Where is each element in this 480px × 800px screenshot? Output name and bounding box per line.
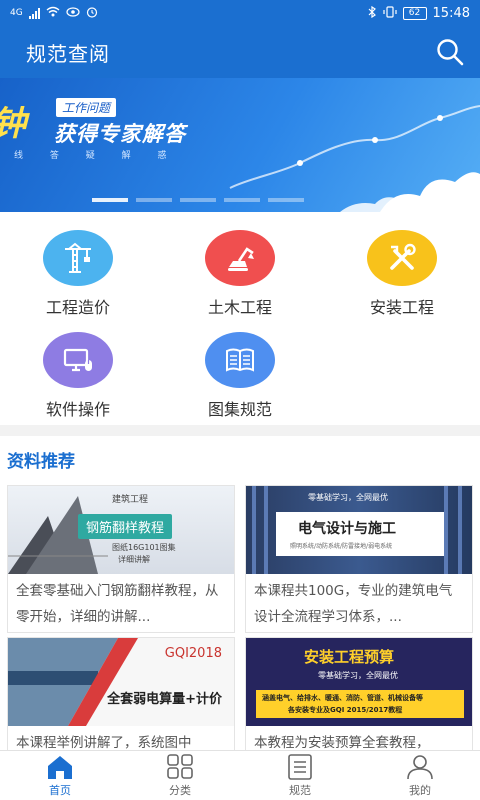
- wifi-icon: [46, 6, 60, 20]
- app-header: 规范查阅: [0, 26, 480, 78]
- category-label: 安装工程: [369, 298, 434, 317]
- section-header: 资料推荐: [0, 436, 480, 482]
- tools-icon: [367, 230, 437, 286]
- grid-icon: [165, 753, 195, 780]
- nav-label: 我的: [409, 783, 431, 797]
- battery-icon: 62: [402, 6, 427, 20]
- vibrate-icon: [382, 5, 397, 21]
- network-type: 4G: [10, 8, 23, 18]
- category-grid: 工程造价 土木工程 安装工程 软件操作 图集规范: [0, 212, 480, 425]
- nav-label: 分类: [169, 783, 191, 797]
- nav-standards[interactable]: 规范: [240, 751, 360, 800]
- nav-mine[interactable]: 我的: [360, 751, 480, 800]
- category-label: 工程造价: [45, 298, 110, 317]
- tower-crane-icon: [43, 230, 113, 286]
- card-thumbnail: 建筑工程 钢筋翻样教程 图纸16G101图集 详细讲解: [8, 486, 234, 574]
- category-atlas[interactable]: 图集规范: [180, 332, 300, 420]
- home-icon: [45, 754, 75, 780]
- thumb-sub: 零基础学习，全网最优: [318, 671, 398, 680]
- recommend-card[interactable]: 建筑工程 钢筋翻样教程 图纸16G101图集 详细讲解 全套零基础入门钢筋翻样教…: [7, 485, 235, 633]
- recommend-card[interactable]: 零基础学习，全网最优 电气设计与施工 照明系统/动防系统/防雷接地/弱电系统 本…: [245, 485, 473, 633]
- thumb-title: 钢筋翻样教程: [78, 514, 173, 539]
- clock: 15:48: [432, 5, 470, 21]
- carousel-dot[interactable]: [136, 198, 172, 202]
- banner-subtext: 线 答 疑 解 惑: [14, 151, 179, 161]
- carousel-dot[interactable]: [180, 198, 216, 202]
- search-icon: [437, 39, 464, 66]
- category-label: 土木工程: [207, 298, 272, 317]
- bluetooth-icon: [368, 5, 377, 21]
- card-description: 全套零基础入门钢筋翻样教程，从零开始，详细的讲解...: [16, 583, 219, 625]
- thumb-title: 安装工程预算: [304, 648, 395, 666]
- banner-headline: 获得专家解答: [54, 122, 186, 146]
- status-bar: 4G 62 15:48: [0, 0, 480, 26]
- category-label: 图集规范: [207, 400, 272, 419]
- document-list-icon: [285, 753, 315, 780]
- carousel-indicator[interactable]: [92, 198, 304, 202]
- thumb-title: 电气设计与施工: [298, 521, 396, 537]
- nav-home[interactable]: 首页: [0, 751, 120, 800]
- thumb-sub: 图纸16G101图集: [112, 543, 176, 552]
- computer-icon: [43, 332, 113, 388]
- recommend-list: 建筑工程 钢筋翻样教程 图纸16G101图集 详细讲解 全套零基础入门钢筋翻样教…: [0, 482, 480, 785]
- thumb-code: GQI2018: [164, 646, 222, 661]
- excavator-icon: [205, 230, 275, 286]
- category-cost[interactable]: 工程造价: [18, 230, 138, 318]
- page-title: 规范查阅: [26, 41, 110, 66]
- category-install[interactable]: 安装工程: [342, 230, 462, 318]
- carousel-dot[interactable]: [224, 198, 260, 202]
- thumb-title: 全套弱电算量+计价: [107, 692, 222, 707]
- category-civil[interactable]: 土木工程: [180, 230, 300, 318]
- card-description: 本课程共100G，专业的建筑电气设计全流程学习体系，...: [254, 583, 453, 625]
- thumb-note: 涵盖电气、给排水、暖通、消防、管道、机械设备等: [262, 694, 423, 702]
- bottom-nav: 首页 分类 规范 我的: [0, 750, 480, 800]
- thumb-badge: 建筑工程: [112, 495, 149, 505]
- thumb-top: 零基础学习，全网最优: [308, 493, 388, 502]
- thumb-sub: 照明系统/动防系统/防雷接地/弱电系统: [290, 543, 393, 550]
- promo-banner[interactable]: 钟 工作问题 获得专家解答 线 答 疑 解 惑: [0, 78, 480, 212]
- nav-label: 首页: [49, 783, 71, 797]
- banner-tag: 工作问题: [56, 98, 117, 117]
- section-title: 资料推荐: [7, 451, 75, 472]
- eye-icon: [66, 6, 80, 20]
- carousel-dot[interactable]: [92, 198, 128, 202]
- thumb-note2: 各安装专业及GQI 2015/2017教程: [288, 706, 403, 714]
- alarm-icon: [86, 6, 98, 21]
- card-thumbnail: 安装工程预算 零基础学习，全网最优 涵盖电气、给排水、暖通、消防、管道、机械设备…: [246, 638, 472, 726]
- search-button[interactable]: [434, 36, 466, 68]
- person-icon: [405, 754, 435, 780]
- category-software[interactable]: 软件操作: [18, 332, 138, 420]
- signal-icon: [28, 7, 40, 19]
- carousel-dot[interactable]: [268, 198, 304, 202]
- card-thumbnail: 零基础学习，全网最优 电气设计与施工 照明系统/动防系统/防雷接地/弱电系统: [246, 486, 472, 574]
- banner-big-char: 钟: [0, 96, 26, 145]
- category-label: 软件操作: [45, 400, 110, 419]
- card-thumbnail: GQI2018 全套弱电算量+计价: [8, 638, 234, 726]
- nav-label: 规范: [289, 783, 311, 797]
- nav-category[interactable]: 分类: [120, 751, 240, 800]
- open-book-icon: [205, 332, 275, 388]
- thumb-sub2: 详细讲解: [118, 555, 150, 564]
